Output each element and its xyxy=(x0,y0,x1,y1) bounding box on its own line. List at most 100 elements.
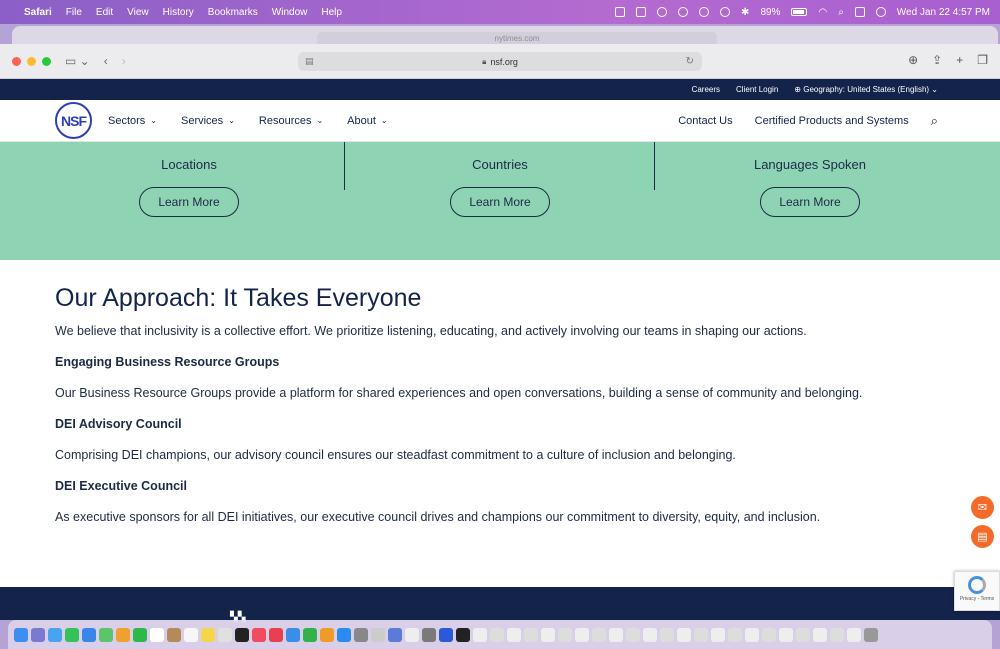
dock-app-icon[interactable] xyxy=(422,627,436,642)
close-window-button[interactable] xyxy=(12,56,21,66)
messages-icon[interactable] xyxy=(65,627,79,642)
dock-window-icon[interactable] xyxy=(813,627,827,642)
dock-window-icon[interactable] xyxy=(558,627,572,642)
dock-window-icon[interactable] xyxy=(796,627,810,642)
clock-icon[interactable] xyxy=(678,7,689,17)
learn-more-button[interactable]: Learn More xyxy=(139,187,239,217)
dock-app-icon[interactable] xyxy=(388,627,402,642)
airdrop-icon[interactable] xyxy=(720,7,731,17)
nav-item-services[interactable]: Services ⌄ xyxy=(181,115,235,127)
nsf-logo[interactable]: NSF xyxy=(55,102,92,139)
dock-window-icon[interactable] xyxy=(524,627,538,642)
dock-window-icon[interactable] xyxy=(711,627,725,642)
dock-app-icon[interactable] xyxy=(405,627,419,642)
recaptcha-badge[interactable]: Privacy - Terms xyxy=(954,571,1000,611)
tab-overview-icon[interactable]: ❐ xyxy=(977,53,988,67)
trash-icon[interactable] xyxy=(864,627,878,642)
menu-datetime[interactable]: Wed Jan 22 4:57 PM xyxy=(897,7,990,18)
dock-window-icon[interactable] xyxy=(694,627,708,642)
menu-file[interactable]: File xyxy=(66,7,82,18)
bluetooth-icon[interactable]: ✱ xyxy=(741,7,749,18)
menu-help[interactable]: Help xyxy=(321,7,342,18)
minimize-window-button[interactable] xyxy=(27,56,36,66)
play-icon[interactable] xyxy=(657,7,668,17)
email-icon[interactable]: ✉ xyxy=(971,496,994,519)
facetime-icon[interactable] xyxy=(133,627,147,642)
dock-window-icon[interactable] xyxy=(507,627,521,642)
zoom-window-button[interactable] xyxy=(42,56,51,66)
photos-icon[interactable] xyxy=(116,627,130,642)
forward-arrow-icon[interactable]: › xyxy=(122,54,126,68)
user-icon[interactable] xyxy=(875,7,886,17)
dock-window-icon[interactable] xyxy=(745,627,759,642)
menu-history[interactable]: History xyxy=(163,7,194,18)
menu-app-name[interactable]: Safari xyxy=(24,7,52,18)
numbers-icon[interactable] xyxy=(303,627,317,642)
dock-app-icon[interactable] xyxy=(371,627,385,642)
dock-window-icon[interactable] xyxy=(762,627,776,642)
address-bar[interactable]: ▤ 🔒︎ nsf.org ↻ xyxy=(298,52,702,71)
dock-window-icon[interactable] xyxy=(626,627,640,642)
freeform-icon[interactable] xyxy=(218,627,232,642)
reminders-icon[interactable] xyxy=(184,627,198,642)
chat-icon[interactable]: ▤ xyxy=(971,525,994,548)
music-icon[interactable] xyxy=(252,627,266,642)
back-arrow-icon[interactable]: ‹ xyxy=(104,54,108,68)
learn-more-button[interactable]: Learn More xyxy=(450,187,550,217)
calendar-icon[interactable] xyxy=(150,627,164,642)
settings-icon[interactable] xyxy=(354,627,368,642)
reload-icon[interactable]: ↻ xyxy=(686,56,694,67)
menu-bookmarks[interactable]: Bookmarks xyxy=(208,7,258,18)
pages-icon[interactable] xyxy=(320,627,334,642)
dock-window-icon[interactable] xyxy=(677,627,691,642)
contacts-icon[interactable] xyxy=(167,627,181,642)
dock-window-icon[interactable] xyxy=(847,627,861,642)
battery-icon[interactable] xyxy=(791,8,808,16)
dock-window-icon[interactable] xyxy=(490,627,504,642)
spotlight-search-icon[interactable]: ⌕ xyxy=(838,7,844,18)
finder-icon[interactable] xyxy=(14,627,28,642)
dock-window-icon[interactable] xyxy=(728,627,742,642)
nav-item-resources[interactable]: Resources ⌄ xyxy=(259,115,323,127)
dock-window-icon[interactable] xyxy=(541,627,555,642)
status-app-icon[interactable] xyxy=(699,7,710,17)
dock-window-icon[interactable] xyxy=(473,627,487,642)
client-login-link[interactable]: Client Login xyxy=(736,85,778,94)
careers-link[interactable]: Careers xyxy=(692,85,720,94)
nav-item-about[interactable]: About ⌄ xyxy=(347,115,387,127)
dock-window-icon[interactable] xyxy=(592,627,606,642)
mail-icon[interactable] xyxy=(82,627,96,642)
menu-window[interactable]: Window xyxy=(272,7,308,18)
keynote-icon[interactable] xyxy=(286,627,300,642)
downloads-icon[interactable]: ⊕ xyxy=(908,53,918,67)
status-app-icon[interactable] xyxy=(615,7,626,17)
sidebar-toggle-icon[interactable]: ▭ ⌄ xyxy=(65,54,90,68)
control-center-icon[interactable] xyxy=(854,7,865,17)
maps-icon[interactable] xyxy=(99,627,113,642)
search-icon[interactable]: ⌕ xyxy=(931,113,938,129)
nav-item-sectors[interactable]: Sectors ⌄ xyxy=(108,115,157,127)
status-app-icon[interactable] xyxy=(636,7,647,17)
dock-window-icon[interactable] xyxy=(609,627,623,642)
learn-more-button[interactable]: Learn More xyxy=(760,187,860,217)
zoom-icon[interactable] xyxy=(439,627,453,642)
dock-window-icon[interactable] xyxy=(660,627,674,642)
dock-window-icon[interactable] xyxy=(575,627,589,642)
tv-icon[interactable] xyxy=(235,627,249,642)
dock-window-icon[interactable] xyxy=(643,627,657,642)
menu-edit[interactable]: Edit xyxy=(96,7,113,18)
app-store-icon[interactable] xyxy=(337,627,351,642)
certified-products-link[interactable]: Certified Products and Systems xyxy=(755,115,909,127)
safari-icon[interactable] xyxy=(48,627,62,642)
new-tab-icon[interactable]: + xyxy=(956,53,963,67)
contact-us-link[interactable]: Contact Us xyxy=(678,115,732,127)
terminal-icon[interactable] xyxy=(456,627,470,642)
geography-selector[interactable]: ⊕ Geography: United States (English) ⌄ xyxy=(794,85,938,94)
launchpad-icon[interactable] xyxy=(31,627,45,642)
notes-icon[interactable] xyxy=(201,627,215,642)
page-menu-icon[interactable]: ▤ xyxy=(305,56,314,67)
share-icon[interactable]: ⇪ xyxy=(932,53,942,67)
dock-window-icon[interactable] xyxy=(779,627,793,642)
recaptcha-links[interactable]: Privacy - Terms xyxy=(955,596,999,602)
menu-view[interactable]: View xyxy=(127,7,149,18)
